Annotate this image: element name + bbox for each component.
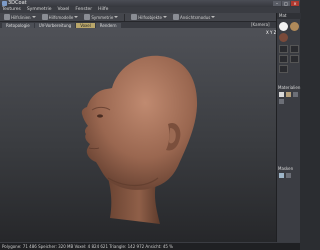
brush-preset-5[interactable] (279, 65, 288, 73)
chevron-down-icon (74, 16, 79, 18)
chevron-down-icon (31, 16, 36, 18)
window-controls: – □ × (273, 1, 299, 6)
mask-thumb-1[interactable] (279, 173, 284, 178)
toolbar-item-label: Ansichtsmodus (179, 14, 211, 20)
brush-preset-3[interactable] (279, 55, 288, 63)
brush-preset-1[interactable] (279, 45, 288, 53)
materials-label: Materialien (278, 85, 301, 90)
material-thumb-2[interactable] (286, 92, 291, 97)
grid-icon (4, 14, 10, 20)
toolbar-symmetrie-button[interactable]: Symmetrie (82, 14, 120, 21)
symmetry-icon (84, 14, 91, 20)
chevron-down-icon (162, 16, 167, 18)
brush-preset-2[interactable] (290, 45, 299, 53)
toolbar-hilfsobjekte-button[interactable]: Hilfsobjekte (129, 14, 169, 21)
masks-label: Masken (278, 166, 294, 171)
toolbar-divider (124, 13, 126, 21)
material-thumb-4[interactable] (279, 99, 284, 104)
axis-x-label: X (266, 30, 269, 35)
toolbar: Hilfslinien Hilfsmodelle Symmetrie Hilfs… (0, 13, 278, 22)
status-bar: Polygone: 71 486 Speicher: 320 MB Voxel:… (0, 242, 300, 250)
material-thumb-3[interactable] (293, 92, 298, 97)
object-icon (131, 14, 138, 20)
toolbar-ansichtsmodus-button[interactable]: Ansichtsmodus (171, 14, 217, 21)
toolbar-item-label: Hilfsobjekte (138, 14, 162, 20)
title-bar: 3DCoat – □ × (0, 0, 300, 7)
mask-thumb-2[interactable] (286, 173, 291, 178)
material-panel-header: Mat (277, 13, 301, 19)
toolbar-hilfslinien-button[interactable]: Hilfslinien (2, 14, 38, 21)
close-button[interactable]: × (291, 1, 299, 6)
toolbar-item-label: Hilfslinien (11, 14, 31, 20)
color-swatch-white[interactable] (279, 22, 288, 31)
color-swatch-tan[interactable] (290, 22, 299, 31)
material-thumb-1[interactable] (279, 92, 284, 97)
axis-y-label: Y (270, 30, 273, 35)
toolbar-hilfsmodelle-button[interactable]: Hilfsmodelle (40, 14, 81, 21)
chevron-down-icon (114, 16, 119, 18)
model-icon (41, 14, 48, 20)
color-swatch-brown[interactable] (279, 33, 288, 42)
app-window: 3DCoat – □ × Textures Symmetrie Voxel Fe… (0, 0, 301, 250)
chevron-down-icon (211, 16, 216, 18)
right-panel: Mat Materialien Masken (276, 13, 301, 242)
window-title: 3DCoat (8, 0, 27, 6)
app-logo-icon (2, 1, 7, 6)
brush-preset-4[interactable] (290, 55, 299, 63)
head-sculpt (81, 55, 198, 224)
view-icon (172, 14, 179, 20)
3d-viewport[interactable] (0, 28, 276, 242)
axis-gizmo: X Y Z (266, 30, 277, 35)
minimize-button[interactable]: – (273, 1, 281, 6)
toolbar-item-label: Symmetrie (91, 14, 114, 20)
maximize-button[interactable]: □ (282, 1, 290, 6)
toolbar-item-label: Hilfsmodelle (48, 14, 74, 20)
